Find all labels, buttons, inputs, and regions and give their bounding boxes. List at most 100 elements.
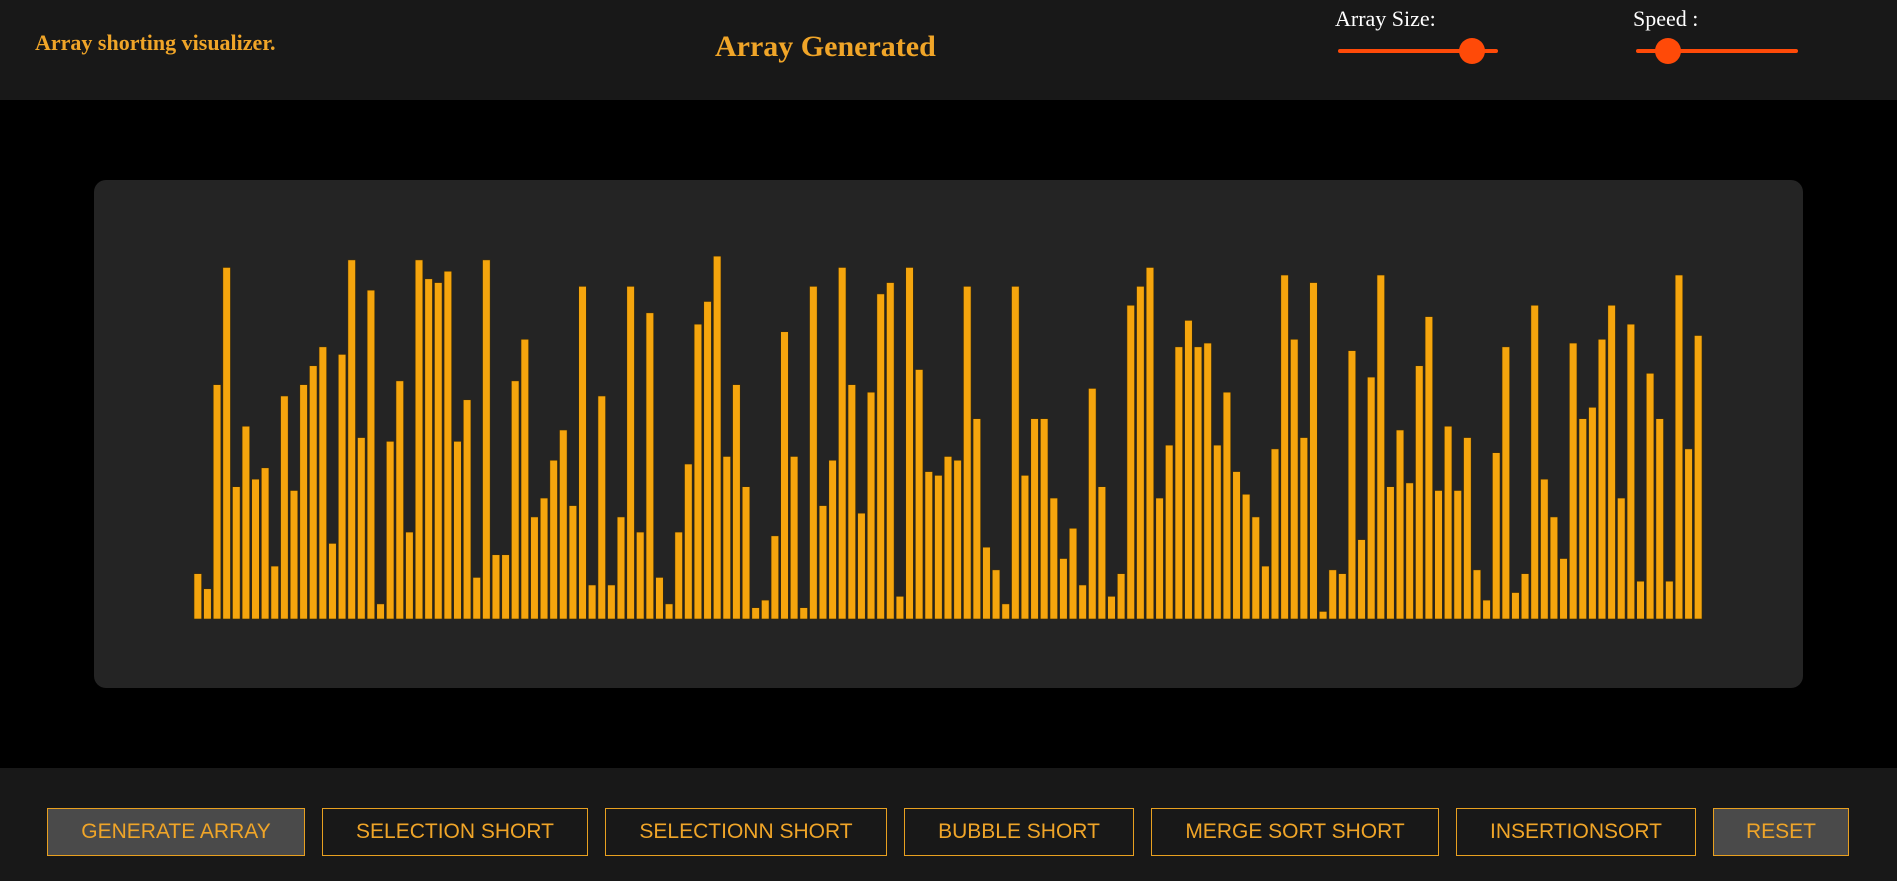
array-bar	[1136, 286, 1145, 620]
array-bar	[443, 270, 452, 620]
array-bar	[703, 301, 712, 620]
array-bar	[1472, 569, 1482, 620]
array-bar	[1290, 338, 1299, 620]
speed-slider[interactable]	[1636, 38, 1798, 64]
array-bar	[1261, 565, 1270, 620]
array-bar	[1569, 342, 1578, 620]
array-bar	[915, 369, 924, 620]
array-bar	[1395, 429, 1405, 620]
array-bar	[866, 391, 876, 620]
array-bar	[895, 596, 905, 620]
array-bar	[395, 380, 404, 620]
array-bar	[1242, 493, 1251, 620]
array-bar	[693, 323, 703, 620]
array-bar	[212, 384, 222, 620]
array-bar	[1482, 599, 1491, 620]
array-bar	[616, 516, 626, 620]
array-bar	[501, 554, 510, 620]
array-bar	[309, 365, 318, 620]
array-bar	[1530, 304, 1539, 620]
array-bar	[241, 425, 251, 620]
array-bar	[674, 531, 683, 620]
array-bar	[1078, 584, 1087, 620]
array-bar	[1376, 274, 1385, 620]
array-bar	[405, 531, 414, 620]
array-bar	[1655, 418, 1664, 620]
array-bar	[1213, 444, 1222, 620]
array-bar	[299, 384, 308, 620]
array-bar	[1222, 391, 1232, 620]
array-bar	[982, 546, 991, 620]
array-bar	[511, 380, 520, 620]
array-bar	[963, 286, 972, 620]
array-bar	[1030, 418, 1039, 620]
merge-sort-button[interactable]: MERGE SORT SHORT	[1151, 808, 1439, 856]
array-bar	[1107, 596, 1116, 620]
array-bar	[1145, 267, 1155, 620]
array-bar	[1184, 320, 1193, 620]
array-bar	[337, 354, 347, 620]
array-bar	[1088, 388, 1097, 620]
array-bar	[1415, 365, 1424, 620]
array-bars	[193, 255, 1703, 620]
array-bar	[780, 331, 789, 620]
array-bar	[1607, 304, 1616, 620]
array-bar	[289, 490, 299, 620]
footer-toolbar: GENERATE ARRAY SELECTION SHORT SELECTION…	[0, 768, 1897, 881]
array-size-slider-thumb[interactable]	[1458, 38, 1485, 64]
array-bar	[261, 467, 270, 620]
array-bar	[751, 607, 760, 620]
array-bar	[251, 478, 260, 620]
array-bar	[588, 584, 597, 620]
speed-slider-thumb[interactable]	[1655, 38, 1682, 64]
array-bar	[1299, 437, 1308, 620]
array-bar	[1626, 323, 1635, 620]
generate-array-button[interactable]: GENERATE ARRAY	[47, 808, 305, 856]
status-text: Array Generated	[715, 30, 936, 63]
array-bar	[1059, 558, 1068, 620]
speed-label: Speed :	[1633, 6, 1699, 31]
array-bar	[462, 399, 472, 620]
array-bar	[453, 441, 462, 620]
bubble-sort-button[interactable]: BUBBLE SHORT	[904, 808, 1134, 856]
array-bar	[1020, 475, 1030, 620]
array-bar	[1453, 490, 1462, 620]
array-bar	[472, 577, 481, 620]
array-bar	[1117, 573, 1126, 620]
array-bar	[1318, 611, 1328, 620]
insertion-sort-button[interactable]: INSERTIONSORT	[1456, 808, 1696, 856]
array-bar	[357, 437, 366, 620]
array-bar	[1068, 527, 1078, 620]
array-bar	[597, 395, 606, 620]
array-bar	[924, 471, 933, 620]
array-bar	[1434, 490, 1443, 620]
array-bar	[347, 259, 356, 620]
array-bar	[847, 384, 856, 620]
array-bar	[1174, 346, 1183, 620]
array-bar	[1251, 516, 1260, 620]
array-bar	[1011, 286, 1020, 620]
array-bar	[318, 346, 327, 620]
array-bar	[732, 384, 741, 620]
header-bar: Array shorting visualizer. Array Generat…	[0, 0, 1897, 100]
reset-button[interactable]: RESET	[1713, 808, 1849, 856]
app-title: Array shorting visualizer.	[35, 30, 276, 55]
array-bar	[1405, 482, 1414, 620]
array-bar	[376, 603, 385, 620]
array-bar	[366, 289, 376, 620]
array-bar	[809, 286, 818, 620]
array-bar	[482, 259, 491, 620]
array-bar	[722, 456, 731, 620]
array-bar	[1645, 373, 1655, 620]
array-bar	[578, 286, 587, 620]
selectionn-sort-button[interactable]: SELECTIONN SHORT	[605, 808, 887, 856]
array-size-slider[interactable]	[1338, 38, 1498, 64]
array-bar	[1232, 471, 1241, 620]
array-bar	[1309, 282, 1318, 620]
array-bar	[1097, 486, 1107, 620]
array-bar	[1617, 497, 1626, 620]
array-bar	[1444, 425, 1453, 620]
array-bar	[1328, 569, 1337, 620]
array-bar	[539, 497, 549, 620]
selection-sort-button[interactable]: SELECTION SHORT	[322, 808, 588, 856]
